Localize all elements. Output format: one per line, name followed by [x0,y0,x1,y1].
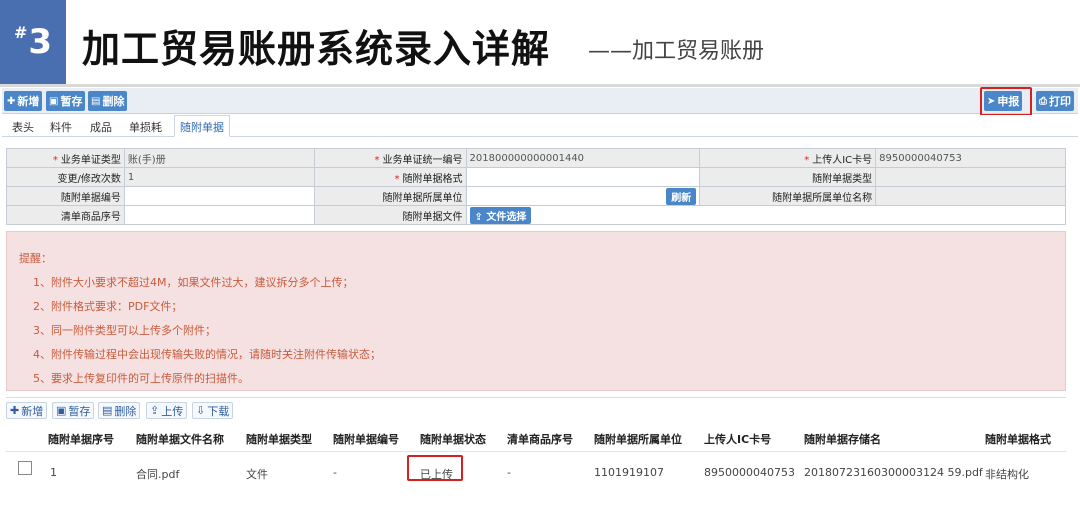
attachment-type-field[interactable] [875,167,1066,187]
grid-delete-button[interactable]: ▤ 删除 [98,402,141,419]
attachment-type-label: 随附单据类型 [699,167,877,187]
grid-download-button[interactable]: ⇩ 下载 [192,402,234,419]
notice-item: 3、同一附件类型可以上传多个附件； [33,324,216,337]
plus-icon: ✚ [10,404,20,417]
cell-storage-name: 20180723160300003124 59.pdf [804,466,983,479]
attachment-owner-label: 随附单据所属单位 [313,186,467,206]
cell-owner: 1101919107 [594,466,664,479]
tab-products[interactable]: 成品 [90,119,112,135]
save-icon: ▣ [56,404,67,417]
main-toolbar: ✚ 新增 ▣ 暂存 ▤ 删除 ➤ 申报 ⎙ 打印 [2,87,1078,116]
cell-item-seq: - [507,466,511,479]
attachment-format-label: * 随附单据格式 [313,167,467,187]
column-header[interactable]: 随附单据存储名 [804,431,881,447]
notice-item: 2、附件格式要求：PDF文件； [33,300,183,313]
cell-ic-card: 8950000040753 [704,466,795,479]
upload-icon: ⇪ [150,404,160,417]
trash-icon: ▤ [102,404,113,417]
tab-attachments[interactable]: 随附单据 [174,115,230,137]
refresh-button[interactable]: 刷新 [666,187,697,205]
column-header[interactable]: 随附单据所属单位 [594,431,682,447]
column-header[interactable]: 随附单据类型 [246,431,312,447]
grid-add-button[interactable]: ✚ 新增 [6,402,48,419]
column-header[interactable]: 随附单据编号 [333,431,399,447]
application-window: ✚ 新增 ▣ 暂存 ▤ 删除 ➤ 申报 ⎙ 打印 表头 料件 成品 单损耗 随附单据 * 业… [2,87,1078,518]
cell-filename: 合同.pdf [136,468,180,481]
attachment-format-input[interactable] [465,167,701,187]
attachment-owner-input[interactable]: 刷新 [465,186,701,206]
notice-item: 5、要求上传复印件的可上传原件的扫描件。 [33,372,249,385]
column-header[interactable]: 上传人IC卡号 [704,431,771,447]
attachment-owner-name-field[interactable] [875,186,1066,206]
column-header[interactable]: 随附单据格式 [985,431,1051,447]
row-checkbox[interactable] [18,461,32,475]
grid-toolbar: ✚ 新增 ▣ 暂存 ▤ 删除 ⇪ 上传 ⇩ 下载 [6,397,1066,421]
form-row: 清单商品序号 随附单据文件 ⇪ 文件选择 [6,205,1067,225]
attachment-file-label: 随附单据文件 [313,205,467,225]
status-highlight [407,455,463,481]
tab-consumption[interactable]: 单损耗 [129,119,162,135]
item-seq-input[interactable] [123,205,315,225]
slide-title: 加工贸易账册系统录入详解 [82,27,551,71]
attachment-owner-name-label: 随附单据所属单位名称 [699,186,877,206]
badge-number: 3 [28,22,53,62]
attachment-form: * 业务单证类型 账(手)册 * 业务单证统一编号 2018000000000014… [6,148,1067,225]
section-badge: #3 [0,0,66,84]
cell-number: - [333,466,337,479]
save-button[interactable]: ▣ 暂存 [46,91,86,111]
file-select-button[interactable]: ⇪ 文件选择 [469,206,532,224]
business-doc-number-field[interactable]: 201800000000001440 [465,148,701,168]
form-row: * 业务单证类型 账(手)册 * 业务单证统一编号 2018000000000014… [6,148,1066,168]
upload-icon: ⇪ [474,211,483,223]
printer-icon: ⎙ [1039,95,1047,107]
column-header[interactable]: 清单商品序号 [507,431,573,447]
cell-type: 文件 [246,468,268,481]
header-divider [6,451,1066,452]
header-divider [0,84,1080,87]
cell-seq: 1 [50,466,57,479]
tab-header[interactable]: 表头 [12,119,34,135]
notice-title: 提醒： [19,252,52,265]
attachment-number-label: 随附单据编号 [6,186,125,206]
tab-strip: 表头 料件 成品 单损耗 随附单据 [2,115,1078,137]
notice-panel: 提醒： 1、附件大小要求不超过4M，如果文件过大，建议拆分多个上传； 2、附件格… [6,231,1066,391]
column-header[interactable]: 随附单据状态 [420,431,486,447]
declare-highlight [980,87,1032,116]
delete-button[interactable]: ▤ 删除 [88,91,128,111]
slide-header: #3 加工贸易账册系统录入详解 ——加工贸易账册 [0,0,1080,84]
attachment-file-cell: ⇪ 文件选择 [465,205,1067,225]
plus-icon: ✚ [7,95,16,107]
download-icon: ⇩ [196,404,206,417]
print-button[interactable]: ⎙ 打印 [1036,91,1074,111]
slide-subtitle: ——加工贸易账册 [588,39,765,64]
form-row: 变更/修改次数 1 * 随附单据格式 随附单据类型 [6,167,1066,187]
form-row: 随附单据编号 随附单据所属单位 刷新 随附单据所属单位名称 [6,186,1066,206]
change-count-label: 变更/修改次数 [6,167,125,187]
uploader-ic-field[interactable]: 8950000040753 [875,148,1066,168]
column-header[interactable]: 随附单据文件名称 [136,431,224,447]
item-seq-label: 清单商品序号 [6,205,125,225]
business-doc-type-label: * 业务单证类型 [6,148,125,168]
badge-hash: # [13,22,28,42]
column-header[interactable]: 随附单据序号 [48,431,114,447]
cell-format: 非结构化 [985,468,1029,481]
trash-icon: ▤ [91,95,101,107]
change-count-field[interactable]: 1 [123,167,315,187]
grid-upload-button[interactable]: ⇪ 上传 [146,402,188,419]
business-doc-number-label: * 业务单证统一编号 [313,148,467,168]
notice-item: 4、附件传输过程中会出现传输失败的情况，请随时关注附件传输状态； [33,348,381,361]
business-doc-type-field[interactable]: 账(手)册 [123,148,315,168]
add-button[interactable]: ✚ 新增 [4,91,43,111]
attachment-number-input[interactable] [123,186,315,206]
tab-materials[interactable]: 料件 [50,119,72,135]
notice-item: 1、附件大小要求不超过4M，如果文件过大，建议拆分多个上传； [33,276,354,289]
save-icon: ▣ [49,95,59,107]
uploader-ic-label: * 上传人IC卡号 [699,148,877,168]
grid-save-button[interactable]: ▣ 暂存 [52,402,95,419]
